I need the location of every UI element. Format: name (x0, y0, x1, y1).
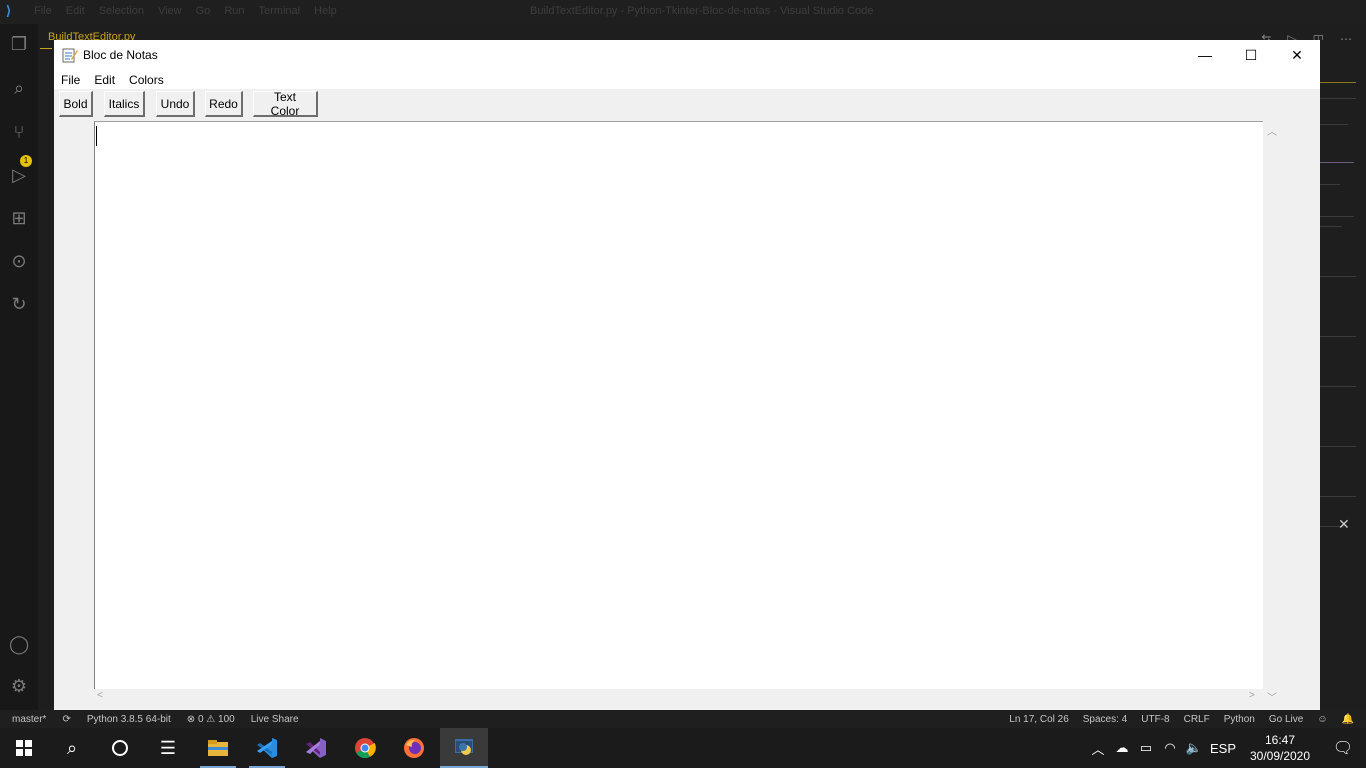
vscode-statusbar: master* ⟳ Python 3.8.5 64-bit ⊗ 0 ⚠ 100 … (0, 710, 1366, 730)
vscode-menu-help[interactable]: Help (314, 5, 337, 17)
maximize-button[interactable]: ☐ (1228, 40, 1274, 70)
end-of-line[interactable]: CRLF (1184, 714, 1210, 725)
vscode-menu-file[interactable]: File (34, 5, 52, 17)
text-color-button[interactable]: Text Color (253, 90, 318, 118)
vscode-minimap (1320, 40, 1366, 710)
bold-button[interactable]: Bold (59, 91, 93, 117)
panel-close-icon[interactable]: ✕ (1338, 516, 1350, 533)
notifications-bell-icon[interactable]: 🔔 (1342, 714, 1354, 725)
live-share-status[interactable]: Live Share (251, 714, 299, 725)
volume-icon[interactable]: 🔈 (1182, 740, 1206, 756)
text-caret (96, 126, 97, 146)
python-tk-taskbar-icon[interactable] (440, 728, 488, 768)
notepad-titlebar[interactable]: Bloc de Notas — ☐ ✕ (54, 40, 1320, 70)
problems-count[interactable]: ⊗ 0 ⚠ 100 (187, 714, 235, 725)
visual-studio-icon[interactable] (292, 728, 340, 768)
vscode-menu-view[interactable]: View (158, 5, 182, 17)
action-center-icon[interactable]: 🗨 (1320, 738, 1366, 758)
vscode-menu-run[interactable]: Run (224, 5, 244, 17)
vertical-scrollbar[interactable]: ︿ ﹀ (1263, 121, 1280, 704)
feedback-icon[interactable]: ☺ (1317, 714, 1327, 725)
scroll-left-icon[interactable]: < (97, 690, 103, 701)
live-share-icon[interactable]: ↻ (9, 294, 29, 314)
go-live[interactable]: Go Live (1269, 714, 1303, 725)
vscode-activity-bar: ❐ ⌕ ⑂ 1 ▷ ⊞ ⊙ ↻ ◯ ⚙ (0, 24, 38, 710)
vscode-menu-edit[interactable]: Edit (66, 5, 85, 17)
vscode-menubar: File Edit Selection View Go Run Terminal… (34, 5, 337, 17)
indentation[interactable]: Spaces: 4 (1083, 714, 1127, 725)
close-button[interactable]: ✕ (1274, 40, 1320, 70)
redo-button[interactable]: Redo (205, 91, 243, 117)
minimize-button[interactable]: — (1182, 40, 1228, 70)
notepad-title: Bloc de Notas (83, 48, 158, 62)
settings-gear-icon[interactable]: ⚙ (9, 676, 29, 696)
start-windows-icon[interactable] (0, 728, 48, 768)
scroll-up-icon[interactable]: ︿ (1267, 123, 1277, 138)
vscode-tab-accent (40, 48, 52, 49)
git-branch[interactable]: master* (12, 714, 46, 725)
menu-colors[interactable]: Colors (122, 70, 171, 89)
onedrive-cloud-icon[interactable]: ☁ (1110, 740, 1134, 756)
vscode-menu-go[interactable]: Go (196, 5, 211, 17)
wifi-icon[interactable]: ◠ (1158, 740, 1182, 756)
chrome-icon[interactable] (341, 728, 389, 768)
git-graph-icon[interactable]: ⊙ (9, 251, 29, 271)
text-editor-area[interactable] (94, 121, 1263, 689)
accounts-icon[interactable]: ◯ (9, 634, 29, 654)
clock-time: 16:47 (1264, 733, 1296, 747)
file-explorer-icon[interactable] (194, 728, 242, 768)
vscode-menu-terminal[interactable]: Terminal (259, 5, 301, 17)
search-taskbar-icon[interactable]: ⌕ (48, 728, 96, 768)
source-control-icon[interactable]: ⑂ (9, 122, 29, 142)
vscode-taskbar-icon[interactable] (243, 728, 291, 768)
windows-taskbar: ⌕ ☰ ︿ ☁ ▭ ◠ 🔈 ESP 16:47 30/09/2020 🗨 (0, 728, 1366, 768)
battery-icon[interactable]: ▭ (1134, 740, 1158, 756)
cursor-position[interactable]: Ln 17, Col 26 (1009, 714, 1069, 725)
notepad-menubar: File Edit Colors (54, 70, 1320, 89)
italics-button[interactable]: Italics (104, 91, 145, 117)
python-interpreter[interactable]: Python 3.8.5 64-bit (87, 714, 171, 725)
show-hidden-icons-icon[interactable]: ︿ (1086, 739, 1110, 758)
firefox-icon[interactable] (390, 728, 438, 768)
undo-button[interactable]: Undo (156, 91, 195, 117)
notepad-app-icon (62, 48, 78, 63)
notepad-window: Bloc de Notas — ☐ ✕ File Edit Colors Bol… (54, 40, 1320, 710)
language-mode[interactable]: Python (1224, 714, 1255, 725)
clock-date: 30/09/2020 (1249, 749, 1311, 763)
menu-file[interactable]: File (54, 70, 87, 89)
horizontal-scrollbar[interactable]: < > (94, 689, 1263, 706)
sync-icon[interactable]: ⟳ (62, 714, 70, 725)
scroll-right-icon[interactable]: > (1249, 690, 1255, 701)
cortana-icon[interactable] (96, 728, 144, 768)
vscode-menu-selection[interactable]: Selection (99, 5, 144, 17)
vscode-logo-icon: ⟩ (6, 3, 12, 18)
search-icon[interactable]: ⌕ (9, 78, 29, 98)
vscode-window-title: BuildTextEditor.py - Python-Tkinter-Bloc… (530, 5, 874, 17)
task-view-icon[interactable]: ☰ (144, 728, 192, 768)
vscode-tab-strip (38, 24, 1366, 40)
notepad-toolbar: Bold Italics Undo Redo Text Color (54, 89, 1320, 121)
run-debug-icon[interactable]: ▷ (9, 165, 29, 185)
file-encoding[interactable]: UTF-8 (1141, 714, 1169, 725)
system-tray: ︿ ☁ ▭ ◠ 🔈 ESP 16:47 30/09/2020 🗨 (1086, 728, 1366, 768)
clock[interactable]: 16:47 30/09/2020 (1240, 732, 1320, 764)
vscode-titlebar: ⟩ File Edit Selection View Go Run Termin… (0, 0, 1366, 24)
extensions-icon[interactable]: ⊞ (9, 208, 29, 228)
scroll-down-icon[interactable]: ﹀ (1267, 689, 1277, 704)
menu-edit[interactable]: Edit (87, 70, 122, 89)
input-language[interactable]: ESP (1206, 741, 1240, 756)
explorer-icon[interactable]: ❐ (9, 34, 29, 54)
